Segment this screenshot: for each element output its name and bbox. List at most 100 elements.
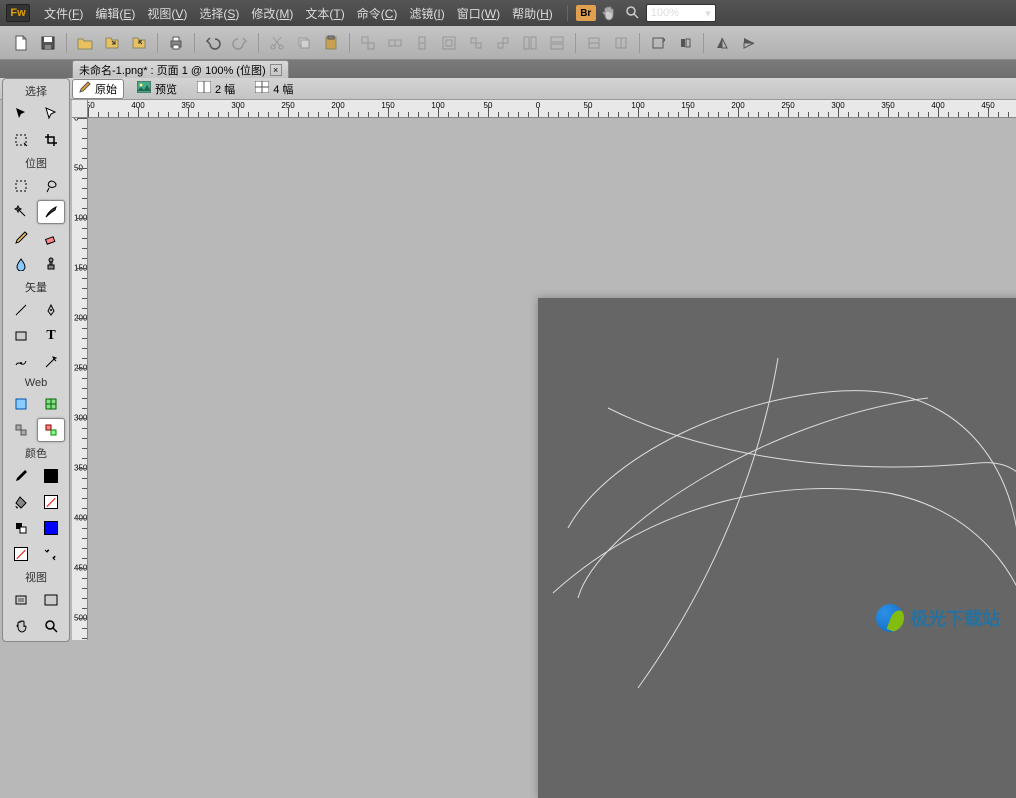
tab-close-icon[interactable]: ×	[270, 64, 282, 76]
stamp-tool[interactable]	[37, 252, 65, 276]
split4-icon	[255, 81, 269, 96]
menu-e[interactable]: 编辑(E)	[89, 3, 141, 24]
ruler-horizontal[interactable]: 4504003503002502001501005005010015020025…	[88, 100, 1016, 118]
menu-i[interactable]: 滤镜(I)	[403, 3, 450, 24]
menu-f[interactable]: 文件(F)	[38, 3, 89, 24]
export-button[interactable]	[126, 31, 152, 55]
view-预览[interactable]: 预览	[130, 79, 184, 99]
redo-button[interactable]	[227, 31, 253, 55]
align2-button[interactable]	[672, 31, 698, 55]
workspace: 4504003503002502001501005005010015020025…	[72, 100, 1016, 640]
copy-button[interactable]	[291, 31, 317, 55]
view-原始[interactable]: 原始	[72, 79, 124, 99]
ruler-vertical[interactable]: 050100150200250300350400450500550	[72, 118, 88, 640]
stroke-swatch[interactable]	[37, 464, 65, 488]
new-file-button[interactable]	[8, 31, 34, 55]
group3-button[interactable]	[409, 31, 435, 55]
group1-button[interactable]	[355, 31, 381, 55]
menu-bar: Fw 文件(F)编辑(E)视图(V)选择(S)修改(M)文本(T)命令(C)滤镜…	[0, 0, 1016, 26]
screen-full-tool[interactable]	[37, 588, 65, 612]
menu-m[interactable]: 修改(M)	[245, 3, 299, 24]
group7-button[interactable]	[517, 31, 543, 55]
split2-icon	[197, 81, 211, 96]
pencil-tool[interactable]	[7, 226, 35, 250]
chevron-down-icon: ▾	[705, 7, 711, 20]
lasso-tool[interactable]	[37, 174, 65, 198]
scale-tool[interactable]	[7, 128, 35, 152]
hotspot-tool[interactable]	[7, 392, 35, 416]
show-slices-tool[interactable]	[37, 418, 65, 442]
default-colors-tool[interactable]	[7, 516, 35, 540]
zoom-select[interactable]: 100%▾	[646, 4, 716, 22]
no-color-tool[interactable]	[7, 542, 35, 566]
text-tool[interactable]: T	[37, 324, 65, 348]
view-2 幅[interactable]: 2 幅	[190, 79, 242, 99]
zoom-tool[interactable]	[37, 614, 65, 638]
rectangle-tool[interactable]	[7, 324, 35, 348]
tab-title: 未命名-1.png* : 页面 1 @ 100% (位图)	[79, 62, 266, 78]
save-button[interactable]	[35, 31, 61, 55]
fill-swatch[interactable]	[37, 490, 65, 514]
group2-button[interactable]	[382, 31, 408, 55]
swap-colors-tool[interactable]	[37, 516, 65, 540]
slice-tool[interactable]	[37, 392, 65, 416]
menu-c[interactable]: 命令(C)	[351, 3, 404, 24]
undo-button[interactable]	[200, 31, 226, 55]
tool-panel: 选择 位图 矢量 T Web	[2, 78, 70, 642]
flip-h-button[interactable]	[709, 31, 735, 55]
hide-slices-tool[interactable]	[7, 418, 35, 442]
vector-section-label: 矢量	[6, 278, 66, 296]
open-button[interactable]	[72, 31, 98, 55]
pen-tool[interactable]	[37, 298, 65, 322]
app-logo: Fw	[6, 4, 30, 22]
document-tab[interactable]: 未命名-1.png* : 页面 1 @ 100% (位图) ×	[72, 60, 289, 78]
cut-button[interactable]	[264, 31, 290, 55]
brush-tool[interactable]	[37, 200, 65, 224]
menu-h[interactable]: 帮助(H)	[506, 3, 559, 24]
screen-mode-tool[interactable]	[7, 588, 35, 612]
group4-button[interactable]	[436, 31, 462, 55]
rotate1-button[interactable]	[581, 31, 607, 55]
align1-button[interactable]	[645, 31, 671, 55]
canvas[interactable]	[88, 118, 1016, 640]
menu-separator	[567, 5, 568, 21]
hand-tool[interactable]	[7, 614, 35, 638]
freeform-tool[interactable]	[7, 350, 35, 374]
flip-v-button[interactable]	[736, 31, 762, 55]
knife-tool[interactable]	[37, 350, 65, 374]
image-icon	[137, 81, 151, 96]
fill-color-tool[interactable]	[7, 490, 35, 514]
subselect-tool[interactable]	[37, 102, 65, 126]
wand-tool[interactable]	[7, 200, 35, 224]
drawing-strokes	[538, 298, 1016, 798]
search-icon[interactable]	[622, 3, 644, 23]
menu-s[interactable]: 选择(S)	[193, 3, 245, 24]
rotate2-button[interactable]	[608, 31, 634, 55]
main-toolbar	[0, 26, 1016, 60]
line-tool[interactable]	[7, 298, 35, 322]
view-4 幅[interactable]: 4 幅	[248, 79, 300, 99]
paste-button[interactable]	[318, 31, 344, 55]
menu-v[interactable]: 视图(V)	[141, 3, 193, 24]
menu-t[interactable]: 文本(T)	[299, 3, 350, 24]
document-tab-bar: 未命名-1.png* : 页面 1 @ 100% (位图) ×	[0, 60, 1016, 78]
br-button[interactable]: Br	[576, 5, 596, 21]
swap-fg-bg-tool[interactable]	[37, 542, 65, 566]
marquee-tool[interactable]	[7, 174, 35, 198]
web-section-label: Web	[6, 376, 66, 390]
pointer-tool[interactable]	[7, 102, 35, 126]
color-section-label: 颜色	[6, 444, 66, 462]
hand-icon[interactable]	[598, 3, 620, 23]
group6-button[interactable]	[490, 31, 516, 55]
group5-button[interactable]	[463, 31, 489, 55]
stroke-color-tool[interactable]	[7, 464, 35, 488]
group8-button[interactable]	[544, 31, 570, 55]
artboard[interactable]	[538, 298, 1016, 798]
menu-w[interactable]: 窗口(W)	[451, 3, 506, 24]
import-button[interactable]	[99, 31, 125, 55]
crop-tool[interactable]	[37, 128, 65, 152]
print-button[interactable]	[163, 31, 189, 55]
blur-tool[interactable]	[7, 252, 35, 276]
eraser-tool[interactable]	[37, 226, 65, 250]
view-toolbar: 原始预览 2 幅 4 幅	[0, 78, 1016, 100]
